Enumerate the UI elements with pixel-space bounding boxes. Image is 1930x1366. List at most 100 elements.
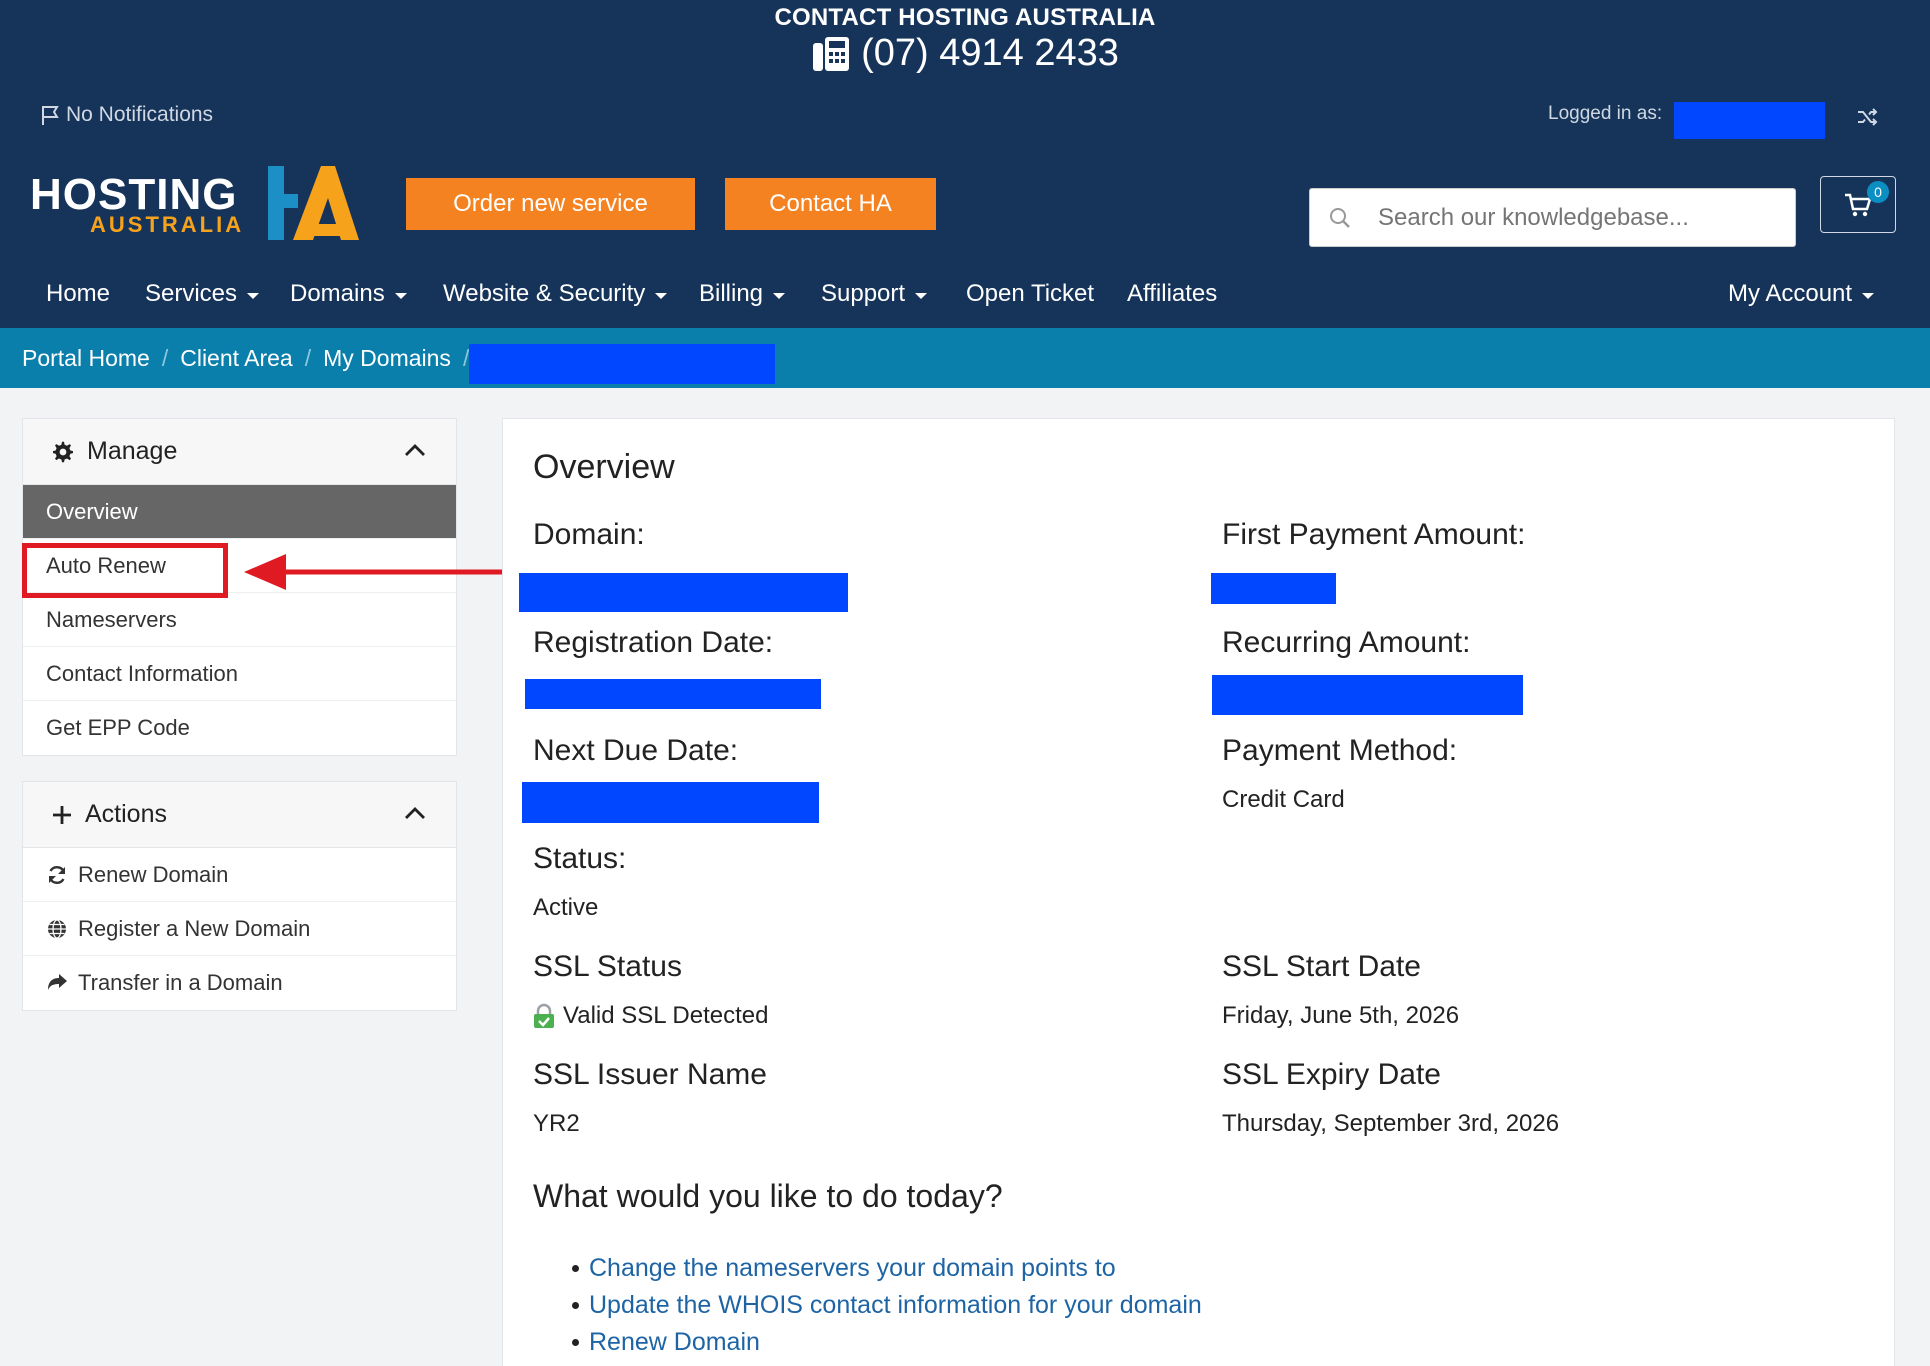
caret-down-icon [1862,292,1875,299]
ssl-status-value: Valid SSL Detected [533,1002,768,1030]
nav-open-ticket-label: Open Ticket [966,280,1095,307]
refresh-icon [48,865,66,884]
caret-down-icon [655,292,668,299]
overview-title: Overview [533,448,675,486]
action-renew-domain[interactable]: Renew Domain [23,848,456,902]
caret-down-icon [394,292,407,299]
caret-down-icon [773,292,786,299]
switch-account-icon[interactable] [1856,106,1878,128]
nav-my-account-label: My Account [1728,280,1853,307]
next-due-date-label: Next Due Date: [533,734,739,767]
action-transfer-domain[interactable]: Transfer in a Domain [23,956,456,1010]
ssl-status-text: Valid SSL Detected [563,1002,769,1029]
action-label: Renew Domain [78,861,229,887]
cart-button[interactable]: 0 [1820,176,1896,233]
cart-count-badge: 0 [1867,181,1889,203]
contact-title: CONTACT HOSTING AUSTRALIA [774,4,1156,31]
bullet-icon [572,1265,579,1272]
payment-method-label: Payment Method: [1222,734,1458,767]
chevron-up-icon[interactable] [404,443,426,457]
ssl-start-date-label: SSL Start Date [1222,950,1421,983]
search-input[interactable] [1378,203,1778,232]
sidebar-item-label: Contact Information [46,660,238,686]
nav-support-label: Support [821,280,906,307]
contact-ha-button[interactable]: Contact HA [725,178,936,230]
nav-website-security[interactable]: Website & Security [443,280,668,308]
knowledgebase-search[interactable] [1309,188,1796,247]
order-new-service-button[interactable]: Order new service [406,178,695,230]
nav-home[interactable]: Home [46,280,110,308]
nav-services[interactable]: Services [145,280,260,308]
breadcrumb-my-domains[interactable]: My Domains [323,345,451,372]
domain-label: Domain: [533,518,645,551]
status-label: Status: [533,842,627,875]
quick-actions-heading: What would you like to do today? [533,1178,1003,1214]
main-nav: Home Services Domains Website & Security… [0,280,1930,320]
nav-open-ticket[interactable]: Open Ticket [966,280,1094,308]
bullet-icon [572,1339,579,1346]
annotation-highlight-box [22,543,228,598]
sidebar-item-label: Get EPP Code [46,715,190,740]
actions-panel-header[interactable]: Actions [23,782,456,848]
sidebar-item-overview[interactable]: Overview [23,485,456,539]
share-arrow-icon [48,974,67,990]
caret-down-icon [915,292,928,299]
ssl-issuer-value: YR2 [533,1110,580,1137]
nav-affiliates[interactable]: Affiliates [1127,280,1217,308]
redacted-username [1674,102,1825,139]
redacted-first-payment-value [1211,573,1336,604]
sidebar-item-label: Overview [46,498,138,524]
ssl-expiry-date-value: Thursday, September 3rd, 2026 [1222,1110,1560,1137]
manage-panel-title: Manage [87,437,178,465]
status-value: Active [533,894,599,921]
notifications-link[interactable]: No Notifications [40,103,213,127]
registration-date-label: Registration Date: [533,626,774,659]
gear-icon [53,441,73,462]
list-item: Renew Domain [572,1324,1202,1361]
annotation-arrow-icon [244,554,512,590]
nav-my-account[interactable]: My Account [1728,280,1875,308]
nav-support[interactable]: Support [821,280,928,308]
list-item: Update the WHOIS contact information for… [572,1287,1202,1324]
logo-text-australia: AUSTRALIA [90,212,245,237]
nav-billing[interactable]: Billing [699,280,786,308]
sidebar-item-label: Nameservers [46,606,177,632]
link-renew-domain[interactable]: Renew Domain [589,1328,760,1357]
manage-panel-header[interactable]: Manage [23,419,456,485]
globe-icon [48,918,66,939]
sidebar-item-contact-information[interactable]: Contact Information [23,647,456,701]
redacted-domain-crumb [469,344,775,384]
ssl-start-date-value: Friday, June 5th, 2026 [1222,1002,1460,1029]
sidebar-item-nameservers[interactable]: Nameservers [23,593,456,647]
nav-affiliates-label: Affiliates [1127,280,1218,307]
breadcrumb-client-area[interactable]: Client Area [180,345,293,372]
link-update-whois[interactable]: Update the WHOIS contact information for… [589,1291,1202,1320]
actions-panel: Actions Renew Domain Register a New Doma… [22,781,457,1011]
contact-phone[interactable]: (07) 4914 2433 [0,32,1930,75]
notifications-label: No Notifications [66,103,214,126]
ssl-status-label: SSL Status [533,950,682,983]
redacted-registration-date-value [525,679,821,709]
redacted-domain-value [519,573,848,612]
redacted-next-due-date-value [522,782,819,823]
caret-down-icon [247,292,260,299]
actions-panel-title: Actions [85,800,167,828]
nav-billing-label: Billing [699,280,764,307]
ssl-issuer-label: SSL Issuer Name [533,1058,767,1091]
breadcrumb-portal-home[interactable]: Portal Home [22,345,150,372]
link-change-nameservers[interactable]: Change the nameservers your domain point… [589,1254,1116,1283]
nav-website-security-label: Website & Security [443,280,646,307]
breadcrumb: Portal Home / Client Area / My Domains / [0,328,1930,388]
recurring-amount-label: Recurring Amount: [1222,626,1471,659]
quick-actions-list: Change the nameservers your domain point… [572,1250,1202,1361]
action-label: Register a New Domain [78,915,311,941]
ssl-expiry-date-label: SSL Expiry Date [1222,1058,1441,1091]
site-logo[interactable]: HOSTING AUSTRALIA [30,162,360,242]
sidebar-item-get-epp-code[interactable]: Get EPP Code [23,701,456,755]
nav-domains[interactable]: Domains [290,280,407,308]
chevron-up-icon[interactable] [404,806,426,820]
action-register-new-domain[interactable]: Register a New Domain [23,902,456,956]
first-payment-label: First Payment Amount: [1222,518,1526,551]
action-label: Transfer in a Domain [78,970,283,995]
list-item: Change the nameservers your domain point… [572,1250,1202,1287]
